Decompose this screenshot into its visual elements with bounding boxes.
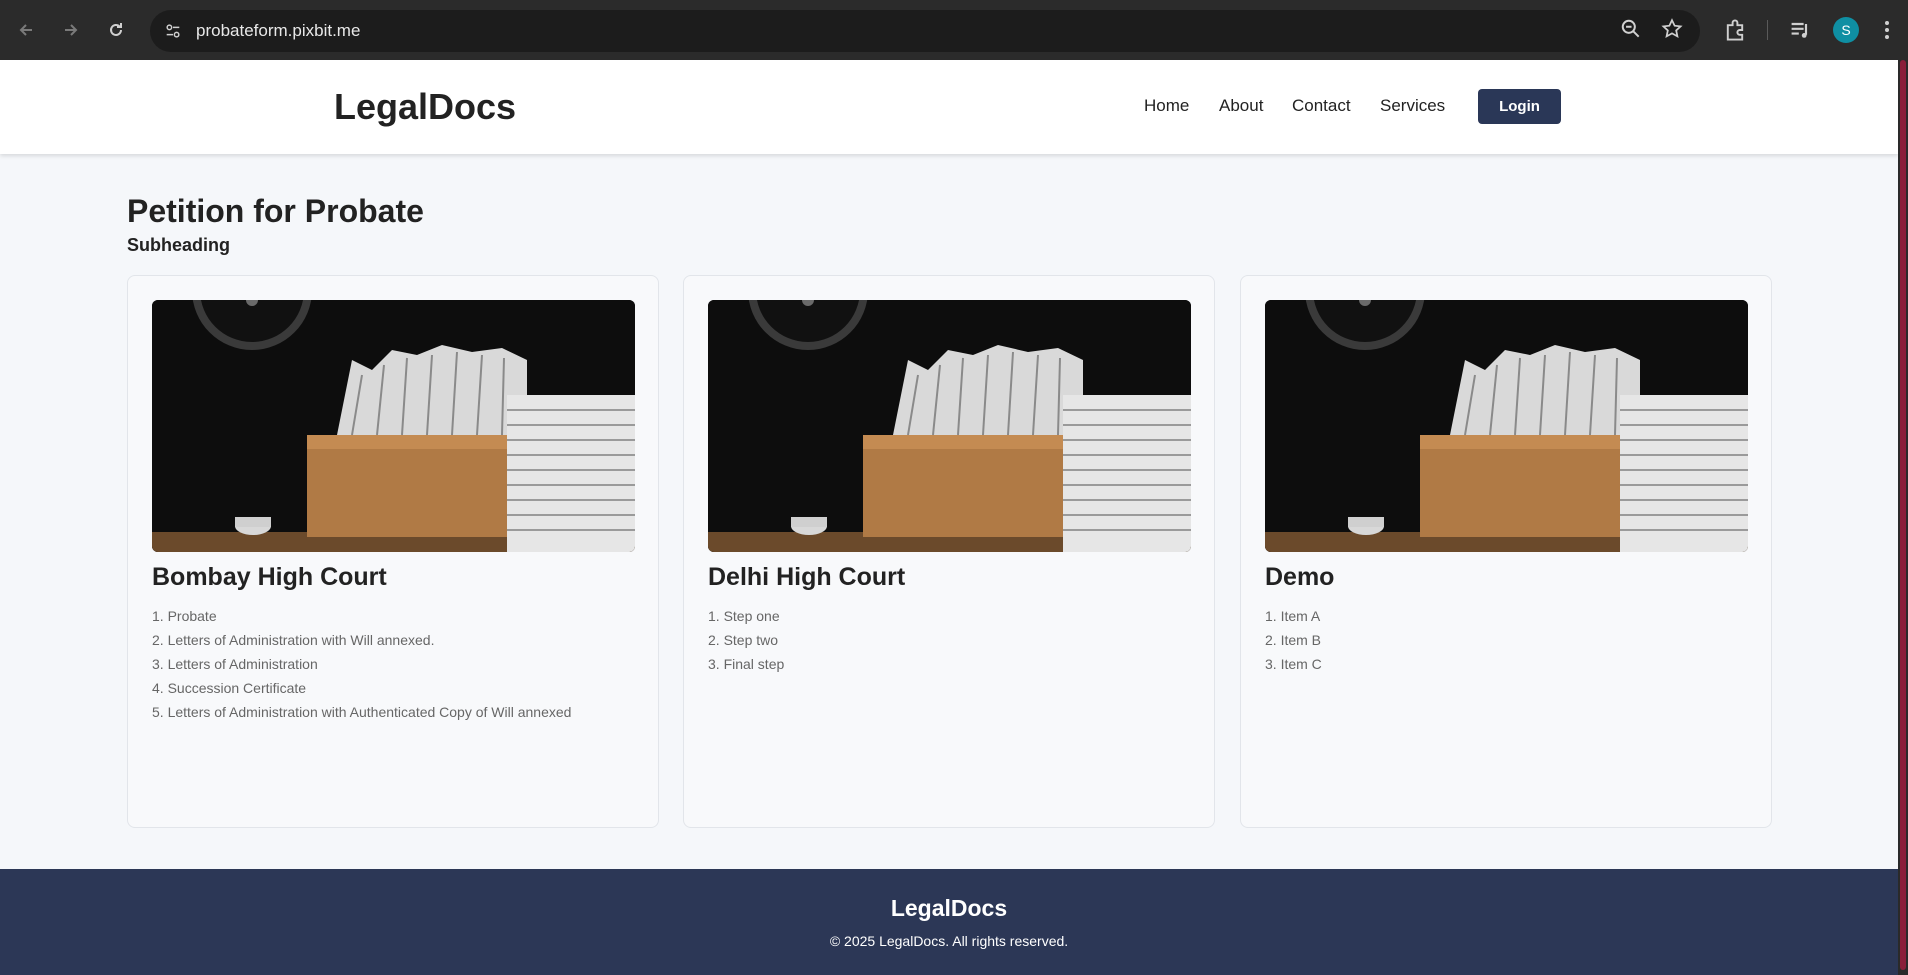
site-logo[interactable]: LegalDocs	[334, 86, 516, 128]
address-bar[interactable]: probateform.pixbit.me	[150, 10, 1700, 52]
reload-button[interactable]	[102, 16, 130, 44]
card-title: Demo	[1265, 563, 1335, 591]
list-item: 2. Step two	[708, 632, 779, 648]
arrow-right-icon	[65, 24, 78, 36]
footer-copyright: © 2025 LegalDocs. All rights reserved.	[829, 933, 1069, 949]
browser-toolbar: probateform.pixbit.me S	[0, 0, 1908, 60]
toolbar-divider	[1767, 20, 1768, 40]
card-list: 1. Probate 2. Letters of Administration …	[152, 604, 571, 724]
list-item: 1. Item A	[1265, 608, 1321, 624]
scrollbar-thumb[interactable]	[1900, 60, 1906, 970]
forward-button[interactable]	[57, 16, 85, 44]
list-item: 5. Letters of Administration with Authen…	[152, 704, 572, 720]
list-item: 3. Letters of Administration	[152, 656, 318, 672]
nav-contact[interactable]: Contact	[1292, 96, 1351, 116]
nav-services[interactable]: Services	[1380, 96, 1445, 116]
court-card-bombay[interactable]: Bombay High Court 1. Probate 2. Letters …	[127, 275, 659, 828]
list-item: 3. Item C	[1265, 656, 1322, 672]
page-viewport: LegalDocs Home About Contact Services Lo…	[0, 60, 1898, 975]
menu-kebab-icon[interactable]	[1882, 18, 1892, 47]
card-title: Delhi High Court	[708, 563, 906, 591]
court-card-delhi[interactable]: Delhi High Court 1. Step one 2. Step two…	[683, 275, 1215, 828]
list-item: 1. Step one	[708, 608, 780, 624]
zoom-icon[interactable]	[1620, 18, 1642, 45]
reload-icon	[110, 23, 122, 36]
media-queue-icon[interactable]	[1788, 18, 1812, 47]
list-item: 2. Letters of Administration with Will a…	[152, 632, 435, 648]
documents-image	[708, 300, 1191, 552]
url-text[interactable]: probateform.pixbit.me	[196, 21, 360, 41]
nav-about[interactable]: About	[1219, 96, 1263, 116]
profile-avatar[interactable]: S	[1833, 17, 1859, 43]
list-item: 2. Item B	[1265, 632, 1322, 648]
list-item: 4. Succession Certificate	[152, 680, 307, 696]
footer-logo: LegalDocs	[890, 895, 1008, 921]
login-button[interactable]: Login	[1478, 89, 1561, 124]
card-title: Bombay High Court	[152, 563, 387, 591]
back-button[interactable]	[12, 16, 40, 44]
page-scrollbar[interactable]	[1898, 60, 1908, 975]
arrow-left-icon	[19, 24, 32, 36]
extensions-icon[interactable]	[1723, 18, 1747, 47]
documents-image	[1265, 300, 1748, 552]
bookmark-star-icon[interactable]	[1661, 18, 1683, 45]
court-card-demo[interactable]: Demo 1. Item A 2. Item B 3. Item C	[1240, 275, 1772, 828]
page-title: Petition for Probate	[127, 193, 424, 229]
nav-home[interactable]: Home	[1144, 96, 1189, 116]
card-list: 1. Step one 2. Step two 3. Final step	[708, 604, 784, 676]
list-item: 1. Probate	[152, 608, 217, 624]
site-footer: LegalDocs © 2025 LegalDocs. All rights r…	[0, 869, 1898, 975]
card-list: 1. Item A 2. Item B 3. Item C	[1265, 604, 1322, 676]
page-subheading: Subheading	[127, 235, 230, 255]
list-item: 3. Final step	[708, 656, 785, 672]
site-header: LegalDocs Home About Contact Services Lo…	[0, 60, 1898, 154]
documents-image	[152, 300, 635, 552]
site-info-icon[interactable]	[162, 20, 184, 42]
